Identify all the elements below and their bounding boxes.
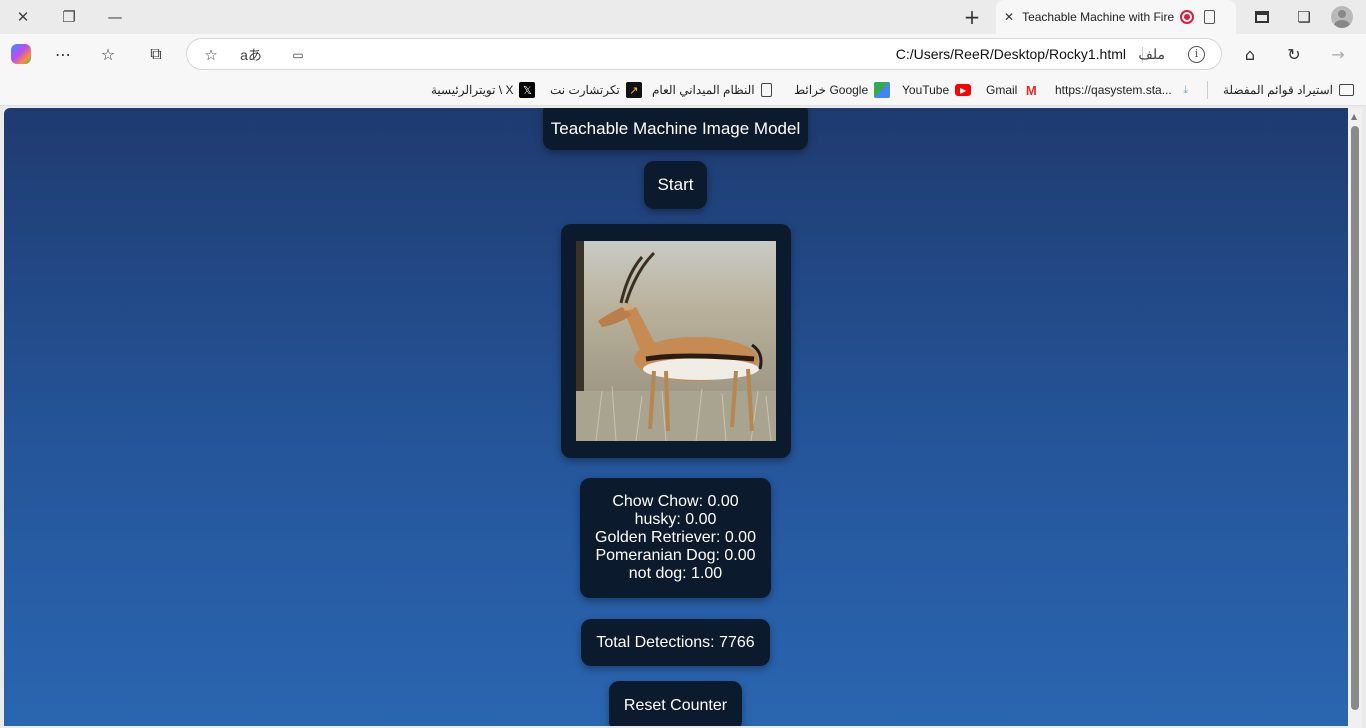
prediction-not-dog: not dog: 1.00 [628,565,723,582]
profile-avatar[interactable] [1330,6,1354,28]
scroll-up-icon[interactable]: ▲ [1351,112,1357,121]
sidebar-toggle-icon[interactable] [1250,6,1274,28]
bookmarks-separator [1207,81,1208,99]
gmail-icon: M [1025,82,1037,98]
active-tab[interactable]: ✕ Teachable Machine with Firebase [996,0,1236,34]
document-icon [760,83,772,97]
bookmark-label: تكرتشارت نت [550,83,620,97]
more-options-icon[interactable]: ⋯ [50,42,76,66]
favorites-icon[interactable]: ☆ [95,42,121,66]
bookmark-label: استيراد قوائم المفضلة [1223,83,1334,97]
scroll-thumb[interactable] [1351,126,1359,710]
import-folder-icon [1339,84,1355,96]
predictions-panel: Chow Chow: 0.00 husky: 0.00 Golden Retri… [580,478,771,598]
start-button[interactable]: Start [644,161,707,209]
youtube-icon: ▶ [955,84,972,96]
minimize-window-button[interactable]: — [92,4,138,30]
bookmark-youtube[interactable]: YouTube ▶ [902,81,972,99]
close-window-button[interactable]: ✕ [0,4,46,30]
bookmark-label: https://qasystem.sta... [1055,83,1172,97]
webcam-image-frame [561,224,791,458]
tab-page-icon [1204,10,1216,24]
prediction-chow-chow: Chow Chow: 0.00 [612,493,739,510]
extensions-icon[interactable]: ⧉ [143,42,169,66]
scheme-label: ملف [1138,46,1165,62]
page-title: Teachable Machine Image Model [543,108,808,150]
page-icon: ⤓ [1183,83,1189,96]
restore-window-button[interactable]: ❐ [46,4,92,30]
chart-icon: ↗ [625,82,642,98]
reset-counter-button[interactable]: Reset Counter [609,681,742,726]
navigation-bar: ⋯ ☆ ⧉ ☆ aあ ▭ C:/Users/ReeR/Desktop/Rocky… [0,34,1366,74]
collections-icon[interactable]: ❏ [1292,6,1316,28]
add-favorite-icon[interactable]: ☆ [199,44,223,66]
new-tab-button[interactable]: + [960,5,984,29]
page-scrollbar[interactable]: ▲ [1348,108,1362,728]
recording-icon [1180,10,1195,24]
bookmark-tickerchart[interactable]: تكرتشارت نت ↗ [550,81,642,99]
site-info-icon[interactable]: i [1188,46,1205,63]
immersive-reader-icon[interactable]: ▭ [286,44,310,66]
prediction-husky: husky: 0.00 [634,511,717,528]
bookmark-x-twitter[interactable]: تويترالرئيسية \ X 𝕏 [431,81,536,99]
title-bar: ✕ ❐ — + ✕ Teachable Machine with Firebas… [0,0,1366,34]
home-icon[interactable]: ⌂ [1237,42,1263,66]
maps-icon [874,82,891,98]
bookmark-label: YouTube [902,83,950,97]
bookmarks-bar: استيراد قوائم المفضلة https://qasystem.s… [0,74,1366,106]
bookmark-import-favorites[interactable]: استيراد قوائم المفضلة [1223,81,1355,99]
tab-title: Teachable Machine with Firebase [1022,10,1175,24]
total-detections: Total Detections: 7766 [581,619,770,666]
x-icon: 𝕏 [519,82,536,98]
tab-close-icon[interactable]: ✕ [1004,10,1014,24]
webcam-image [576,241,776,441]
url-text[interactable]: C:/Users/ReeR/Desktop/Rocky1.html [896,46,1126,62]
bookmark-label: تويترالرئيسية \ X [431,83,514,97]
prediction-pomeranian: Pomeranian Dog: 0.00 [595,547,756,564]
bookmark-qasystem[interactable]: https://qasystem.sta... ⤓ [1055,81,1194,99]
forward-icon[interactable]: → [1325,42,1351,66]
bookmark-google-maps[interactable]: خرائط Google [794,81,891,99]
bookmark-label: خرائط Google [794,83,869,97]
copilot-icon[interactable] [8,42,34,66]
read-aloud-icon[interactable]: aあ [239,44,263,66]
page-viewport: Teachable Machine Image Model Start Chow… [4,108,1348,726]
bookmark-field-system[interactable]: النظام الميداني العام [652,81,772,99]
address-bar[interactable]: ☆ aあ ▭ C:/Users/ReeR/Desktop/Rocky1.html… [186,38,1222,70]
refresh-icon[interactable]: ↻ [1281,42,1307,66]
prediction-golden-retriever: Golden Retriever: 0.00 [595,529,756,546]
bookmark-label: النظام الميداني العام [652,83,755,97]
bookmark-label: Gmail [986,83,1018,97]
bookmark-gmail[interactable]: Gmail M [986,81,1039,99]
